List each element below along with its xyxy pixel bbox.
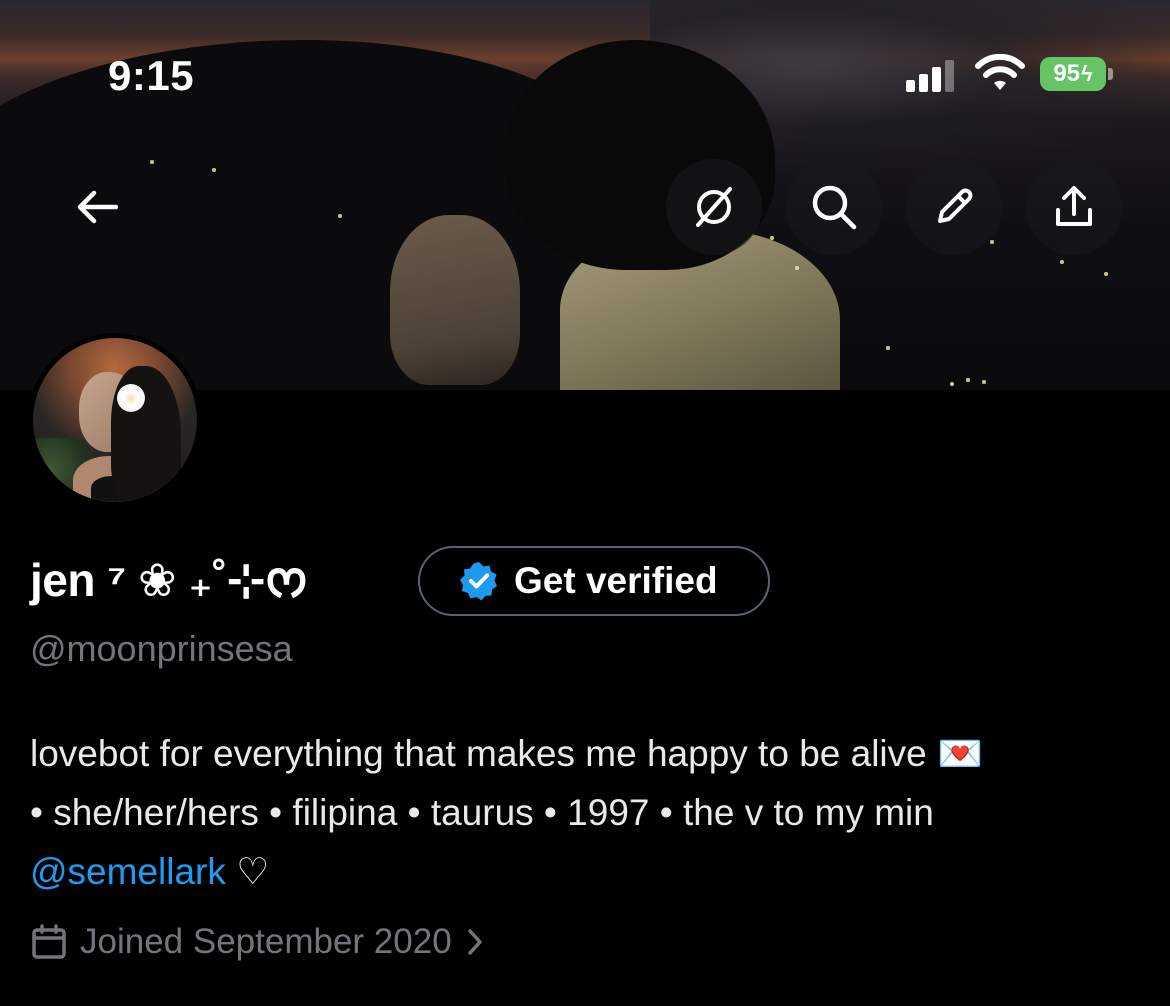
banner-city-light: [770, 236, 774, 240]
banner-city-light: [1104, 272, 1108, 276]
share-button[interactable]: [1026, 159, 1122, 255]
grok-button[interactable]: [666, 159, 762, 255]
battery-level: 95: [1053, 60, 1081, 87]
bio-line: lovebot for everything that makes me hap…: [30, 733, 984, 774]
get-verified-button[interactable]: Get verified: [418, 546, 770, 616]
back-button[interactable]: [72, 182, 122, 232]
banner-city-light: [886, 346, 890, 350]
chevron-right-icon: [467, 929, 482, 955]
banner-city-light: [982, 380, 986, 384]
profile-handle: @moonprinsesa: [30, 628, 293, 669]
bio-line: • she/her/hers • filipina • taurus • 199…: [30, 792, 934, 833]
status-bar: 9:15 95 ϟ: [0, 0, 1170, 150]
calendar-icon: [32, 924, 66, 959]
display-name: jen ⁷ ❀ ₊˚⊹ᰔ: [30, 554, 308, 606]
grok-icon: [696, 187, 732, 227]
get-verified-label: Get verified: [514, 560, 718, 601]
battery-icon: 95 ϟ: [1040, 57, 1106, 91]
profile-name-row: jen ⁷ ❀ ₊˚⊹ᰔ: [30, 548, 308, 616]
bio-heart: ♡: [225, 851, 270, 892]
battery-charging-icon: ϟ: [1081, 61, 1093, 86]
joined-date-row[interactable]: Joined September 2020: [30, 916, 484, 968]
banner-city-light: [1060, 260, 1064, 264]
profile-bio: lovebot for everything that makes me hap…: [30, 724, 1150, 901]
banner-city-light: [212, 168, 216, 172]
avatar-flower: [117, 384, 145, 412]
banner-city-light: [150, 160, 154, 164]
battery-tip: [1108, 68, 1113, 80]
verified-badge-icon: [460, 562, 497, 601]
pencil-icon: [938, 188, 973, 223]
share-icon: [1056, 186, 1092, 226]
banner-city-light: [795, 266, 799, 270]
banner-hand: [390, 215, 520, 385]
arrow-left-icon: [77, 190, 118, 224]
bio-mention-link[interactable]: @semellark: [30, 851, 226, 892]
cellular-signal-icon: [906, 58, 962, 92]
joined-date: Joined September 2020: [80, 922, 452, 961]
banner-city-light: [338, 214, 342, 218]
banner-city-light: [990, 240, 994, 244]
edit-button[interactable]: [906, 159, 1002, 255]
search-icon: [812, 185, 857, 230]
bio-line: @semellark ♡: [30, 842, 1150, 901]
banner-city-light: [966, 378, 970, 382]
wifi-icon: [975, 54, 1025, 90]
status-time: 9:15: [108, 52, 195, 99]
banner-city-light: [950, 382, 954, 386]
search-button[interactable]: [786, 159, 882, 255]
avatar[interactable]: [28, 333, 202, 507]
